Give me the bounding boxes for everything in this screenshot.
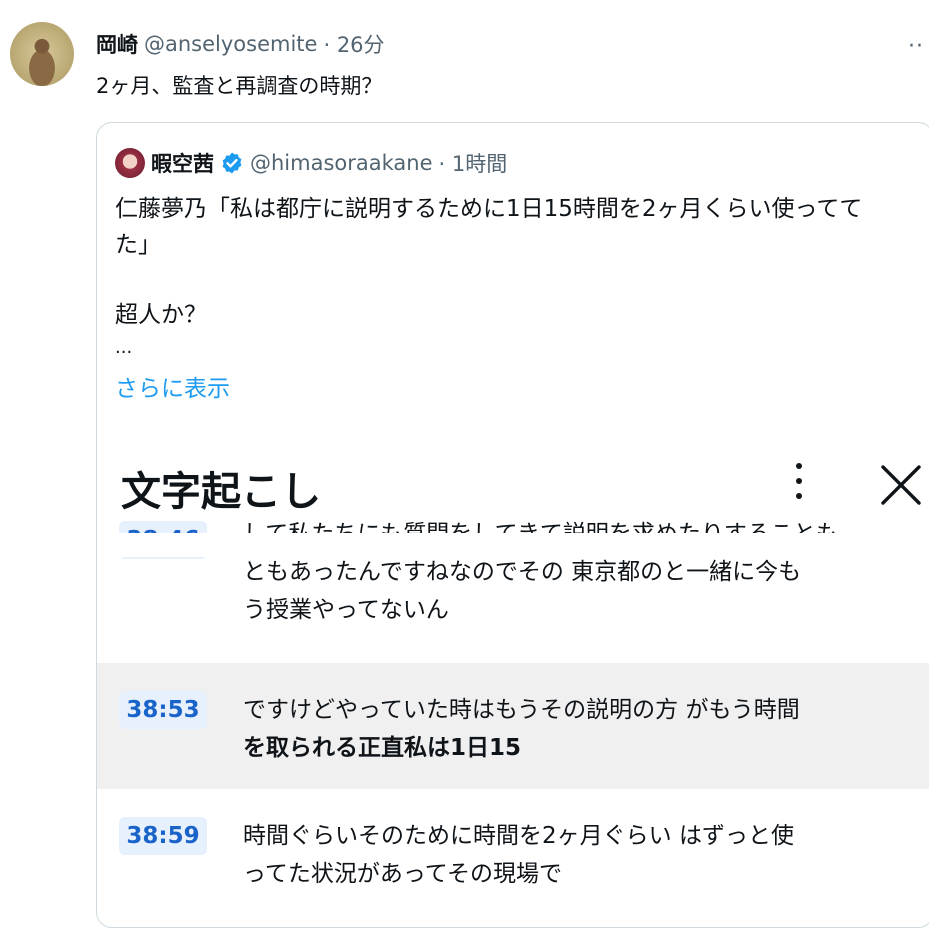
- verified-badge-icon: [222, 152, 242, 174]
- transcript-title: 文字起こし: [121, 469, 321, 515]
- tweet-header: 岡崎 @anselyosemite · 26分: [96, 30, 385, 58]
- segment-line: 時間ぐらいそのために時間を2ヶ月ぐらい はずっと使: [243, 823, 794, 849]
- show-more-link[interactable]: さらに表示: [115, 369, 230, 403]
- quoted-text-line-3: 超人か？: [115, 302, 207, 328]
- segment-timestamp[interactable]: 38:53: [119, 691, 207, 729]
- author-avatar[interactable]: [10, 22, 74, 86]
- segment-text: 時間ぐらいそのために時間を2ヶ月ぐらい はずっと使 ってた状況があってその現場で: [243, 817, 883, 893]
- kebab-menu-icon[interactable]: [793, 461, 805, 501]
- quoted-text-line-1: 仁藤夢乃「私は都庁に説明するために1日15時間を2ヶ月くらい使ってて: [115, 196, 863, 222]
- transcript-segment-active[interactable]: 38:53 ですけどやっていた時はもうその説明の方 がもう時間 を取られる正直私…: [97, 663, 929, 789]
- segment-text: ですけどやっていた時はもうその説明の方 がもう時間 を取られる正直私は1日15: [243, 691, 883, 767]
- transcript-segment[interactable]: 38:59 時間ぐらいそのために時間を2ヶ月ぐらい はずっと使 ってた状況があっ…: [97, 789, 929, 919]
- segment-timestamp[interactable]: 38:59: [119, 817, 207, 855]
- quoted-tweet-header: 暇空茜 @himasoraakane · 1時間: [115, 147, 507, 179]
- quoted-text-line-2: た」: [115, 232, 161, 258]
- author-name[interactable]: 岡崎: [96, 29, 138, 59]
- segment-line: ともあったんですねなのでその 東京都のと一緒に今も: [243, 559, 802, 585]
- quoted-author-handle[interactable]: @himasoraakane: [250, 151, 433, 175]
- segment-line: ってた状況があってその現場で: [243, 861, 563, 887]
- quoted-author-avatar[interactable]: [115, 148, 145, 178]
- scroll-clip: [97, 533, 929, 557]
- tweet-text: 2ヶ月、監査と再調査の時期？: [96, 74, 383, 98]
- segment-line: ですけどやっていた時はもうその説明の方 がもう時間: [243, 697, 800, 723]
- quoted-tweet-card[interactable]: 暇空茜 @himasoraakane · 1時間 仁藤夢乃「私は都庁に説明するた…: [96, 122, 929, 928]
- more-icon[interactable]: ··: [908, 34, 924, 59]
- segment-line: う授業やってないん: [243, 597, 449, 623]
- author-handle[interactable]: @anselyosemite: [144, 32, 317, 56]
- quoted-author-name[interactable]: 暇空茜: [151, 148, 214, 178]
- tweet-time[interactable]: · 26分: [323, 29, 384, 59]
- segment-line: を取られる正直私は1日15: [243, 735, 522, 761]
- quoted-tweet-time[interactable]: · 1時間: [439, 148, 508, 178]
- quoted-text-ellipsis: ...: [115, 337, 133, 358]
- close-icon[interactable]: [879, 463, 923, 507]
